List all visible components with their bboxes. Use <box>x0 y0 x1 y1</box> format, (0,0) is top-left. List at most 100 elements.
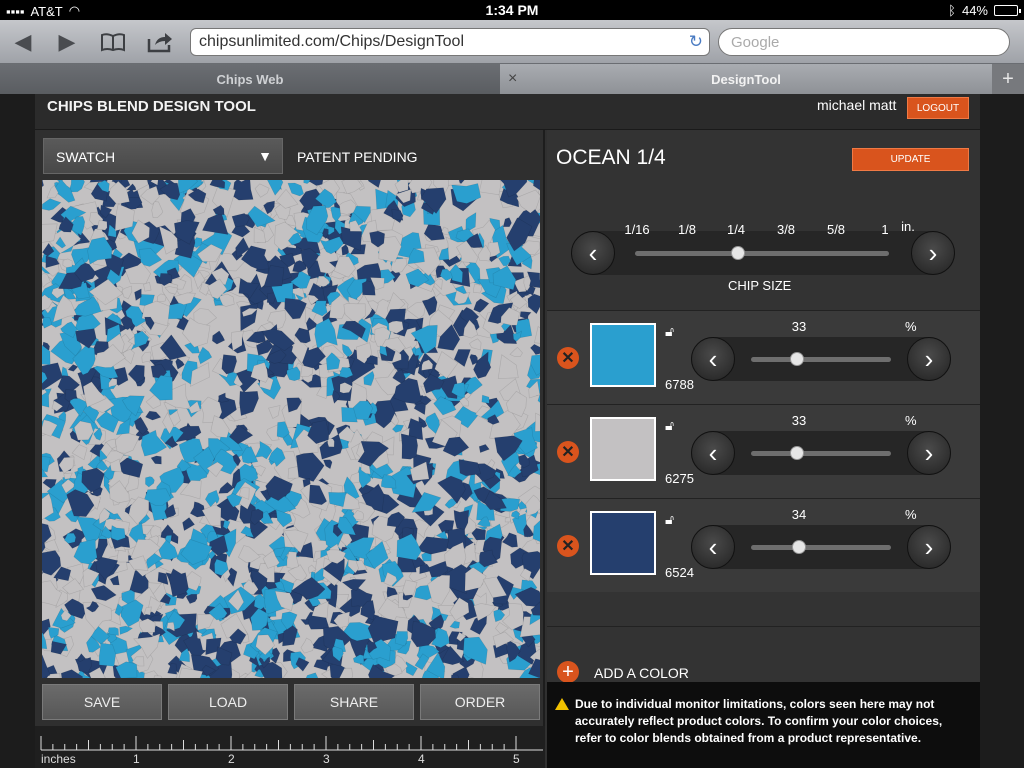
percent-knob[interactable] <box>791 540 806 554</box>
percent-sign: % <box>905 319 917 334</box>
add-color-label[interactable]: ADD A COLOR <box>594 665 689 681</box>
browser-toolbar: ◀ ▶ chipsunlimited.com/Chips/DesignTool … <box>0 20 1024 64</box>
chip-flake <box>168 568 189 598</box>
color-percent: 33 <box>791 413 807 428</box>
color-percent: 33 <box>791 319 807 334</box>
load-button[interactable]: LOAD <box>168 684 288 720</box>
patent-label: PATENT PENDING <box>297 149 418 165</box>
user-name: michael matt <box>817 97 897 113</box>
new-tab-button[interactable]: + <box>992 64 1024 94</box>
back-arrow-icon[interactable]: ◀ <box>8 28 38 56</box>
clock: 1:34 PM <box>485 2 539 18</box>
chip-flake <box>143 281 152 292</box>
increase-percent-button[interactable]: › <box>907 337 951 381</box>
battery-percent: 44% <box>961 3 988 18</box>
decrease-percent-button[interactable]: ‹ <box>691 337 735 381</box>
app-header: CHIPS BLEND DESIGN TOOL michael matt LOG… <box>35 94 980 130</box>
color-percent: 34 <box>791 507 807 522</box>
chip-size-option[interactable]: 1 <box>881 222 888 237</box>
color-code: 6788 <box>665 377 694 392</box>
update-button[interactable]: UPDATE <box>852 148 969 171</box>
chip-flake <box>400 433 419 460</box>
chip-size-option[interactable]: 1/8 <box>678 222 696 237</box>
view-select-value: SWATCH <box>56 149 116 165</box>
logout-button[interactable]: LOGOUT <box>907 97 969 119</box>
decrease-percent-button[interactable]: ‹ <box>691 431 735 475</box>
bookmarks-book-icon[interactable] <box>98 28 128 56</box>
add-plus-icon[interactable]: + <box>557 661 579 683</box>
unlock-icon[interactable]: 🔓︎ <box>665 323 674 340</box>
chevron-left-icon: ‹ <box>708 531 718 562</box>
color-disclaimer: Due to individual monitor limitations, c… <box>547 682 980 768</box>
chip-flake <box>478 180 502 196</box>
view-select[interactable]: SWATCH ▼ <box>43 138 283 174</box>
percent-track <box>751 545 891 550</box>
warning-icon <box>555 698 569 710</box>
blend-name: OCEAN 1/4 <box>556 146 666 169</box>
chip-size-option[interactable]: 5/8 <box>827 222 845 237</box>
percent-sign: % <box>905 413 917 428</box>
ruler-label-2: 2 <box>228 752 235 766</box>
order-button[interactable]: ORDER <box>420 684 540 720</box>
color-swatch[interactable] <box>590 417 656 481</box>
color-swatch[interactable] <box>590 511 656 575</box>
decrease-percent-button[interactable]: ‹ <box>691 525 735 569</box>
chip-size-option[interactable]: 1/16 <box>624 222 649 237</box>
chip-size-next-button[interactable]: › <box>911 231 955 275</box>
color-row: ✕ 🔓︎ 6524 34 % ‹ › <box>547 498 980 592</box>
ruler-label-3: 3 <box>323 752 330 766</box>
tab-close-icon[interactable]: × <box>508 70 517 88</box>
chip-flake <box>534 412 540 432</box>
chip-flake <box>448 180 461 186</box>
chip-size-option[interactable]: 3/8 <box>777 222 795 237</box>
chip-size-prev-button[interactable]: ‹ <box>571 231 615 275</box>
color-row: ✕ 🔓︎ 6788 33 % ‹ › <box>547 310 980 404</box>
blend-controls-panel: OCEAN 1/4 UPDATE ‹ › 1/16 1/8 1/4 3/8 5/… <box>547 130 980 768</box>
swatch-panel: SWATCH ▼ PATENT PENDING SAVE LOAD SHARE … <box>35 130 545 768</box>
increase-percent-button[interactable]: › <box>907 525 951 569</box>
chevron-right-icon: › <box>924 531 934 562</box>
bluetooth-icon: ᛒ <box>948 3 956 18</box>
unlock-icon[interactable]: 🔓︎ <box>665 511 674 528</box>
increase-percent-button[interactable]: › <box>907 431 951 475</box>
chip-size-knob[interactable] <box>731 246 745 260</box>
chip-flake <box>98 642 117 667</box>
chevron-right-icon: › <box>928 237 938 268</box>
reload-icon[interactable]: ↻ <box>689 32 703 52</box>
ruler-label-4: 4 <box>418 752 425 766</box>
color-swatch[interactable] <box>590 323 656 387</box>
remove-color-button[interactable]: ✕ <box>557 347 579 369</box>
percent-sign: % <box>905 507 917 522</box>
unlock-icon[interactable]: 🔓︎ <box>665 417 674 434</box>
color-code: 6275 <box>665 471 694 486</box>
color-code: 6524 <box>665 565 694 580</box>
url-bar[interactable]: chipsunlimited.com/Chips/DesignTool ↻ <box>190 28 710 56</box>
chevron-left-icon: ‹ <box>588 237 598 268</box>
chip-flake <box>394 631 409 647</box>
share-button[interactable]: SHARE <box>294 684 414 720</box>
chip-size-label: CHIP SIZE <box>728 278 792 293</box>
chip-flake <box>62 258 73 268</box>
design-tool-app: CHIPS BLEND DESIGN TOOL michael matt LOG… <box>35 94 980 768</box>
share-action-icon[interactable] <box>145 28 175 56</box>
ruler-ticks <box>40 736 543 751</box>
status-bar: ▪▪▪▪ AT&T ◠ 1:34 PM ᛒ 44% <box>0 0 1024 20</box>
ruler-unit-label: inches <box>41 752 76 766</box>
tab-chips-web[interactable]: Chips Web <box>0 64 500 94</box>
remove-color-button[interactable]: ✕ <box>557 441 579 463</box>
chip-size-option[interactable]: 1/4 <box>727 222 745 237</box>
chip-flake <box>450 674 460 678</box>
chevron-right-icon: › <box>924 343 934 374</box>
chip-flake <box>107 627 119 636</box>
tab-designtool[interactable]: DesignTool <box>500 64 992 94</box>
remove-color-button[interactable]: ✕ <box>557 535 579 557</box>
disclaimer-text: Due to individual monitor limitations, c… <box>575 697 943 745</box>
percent-track <box>751 357 891 362</box>
forward-arrow-icon[interactable]: ▶ <box>52 28 82 56</box>
search-field[interactable]: Google <box>718 28 1010 56</box>
color-row: ✕ 🔓︎ 6275 33 % ‹ › <box>547 404 980 498</box>
chevron-left-icon: ‹ <box>708 437 718 468</box>
chip-size-track <box>635 251 889 256</box>
save-button[interactable]: SAVE <box>42 684 162 720</box>
percent-track <box>751 451 891 456</box>
